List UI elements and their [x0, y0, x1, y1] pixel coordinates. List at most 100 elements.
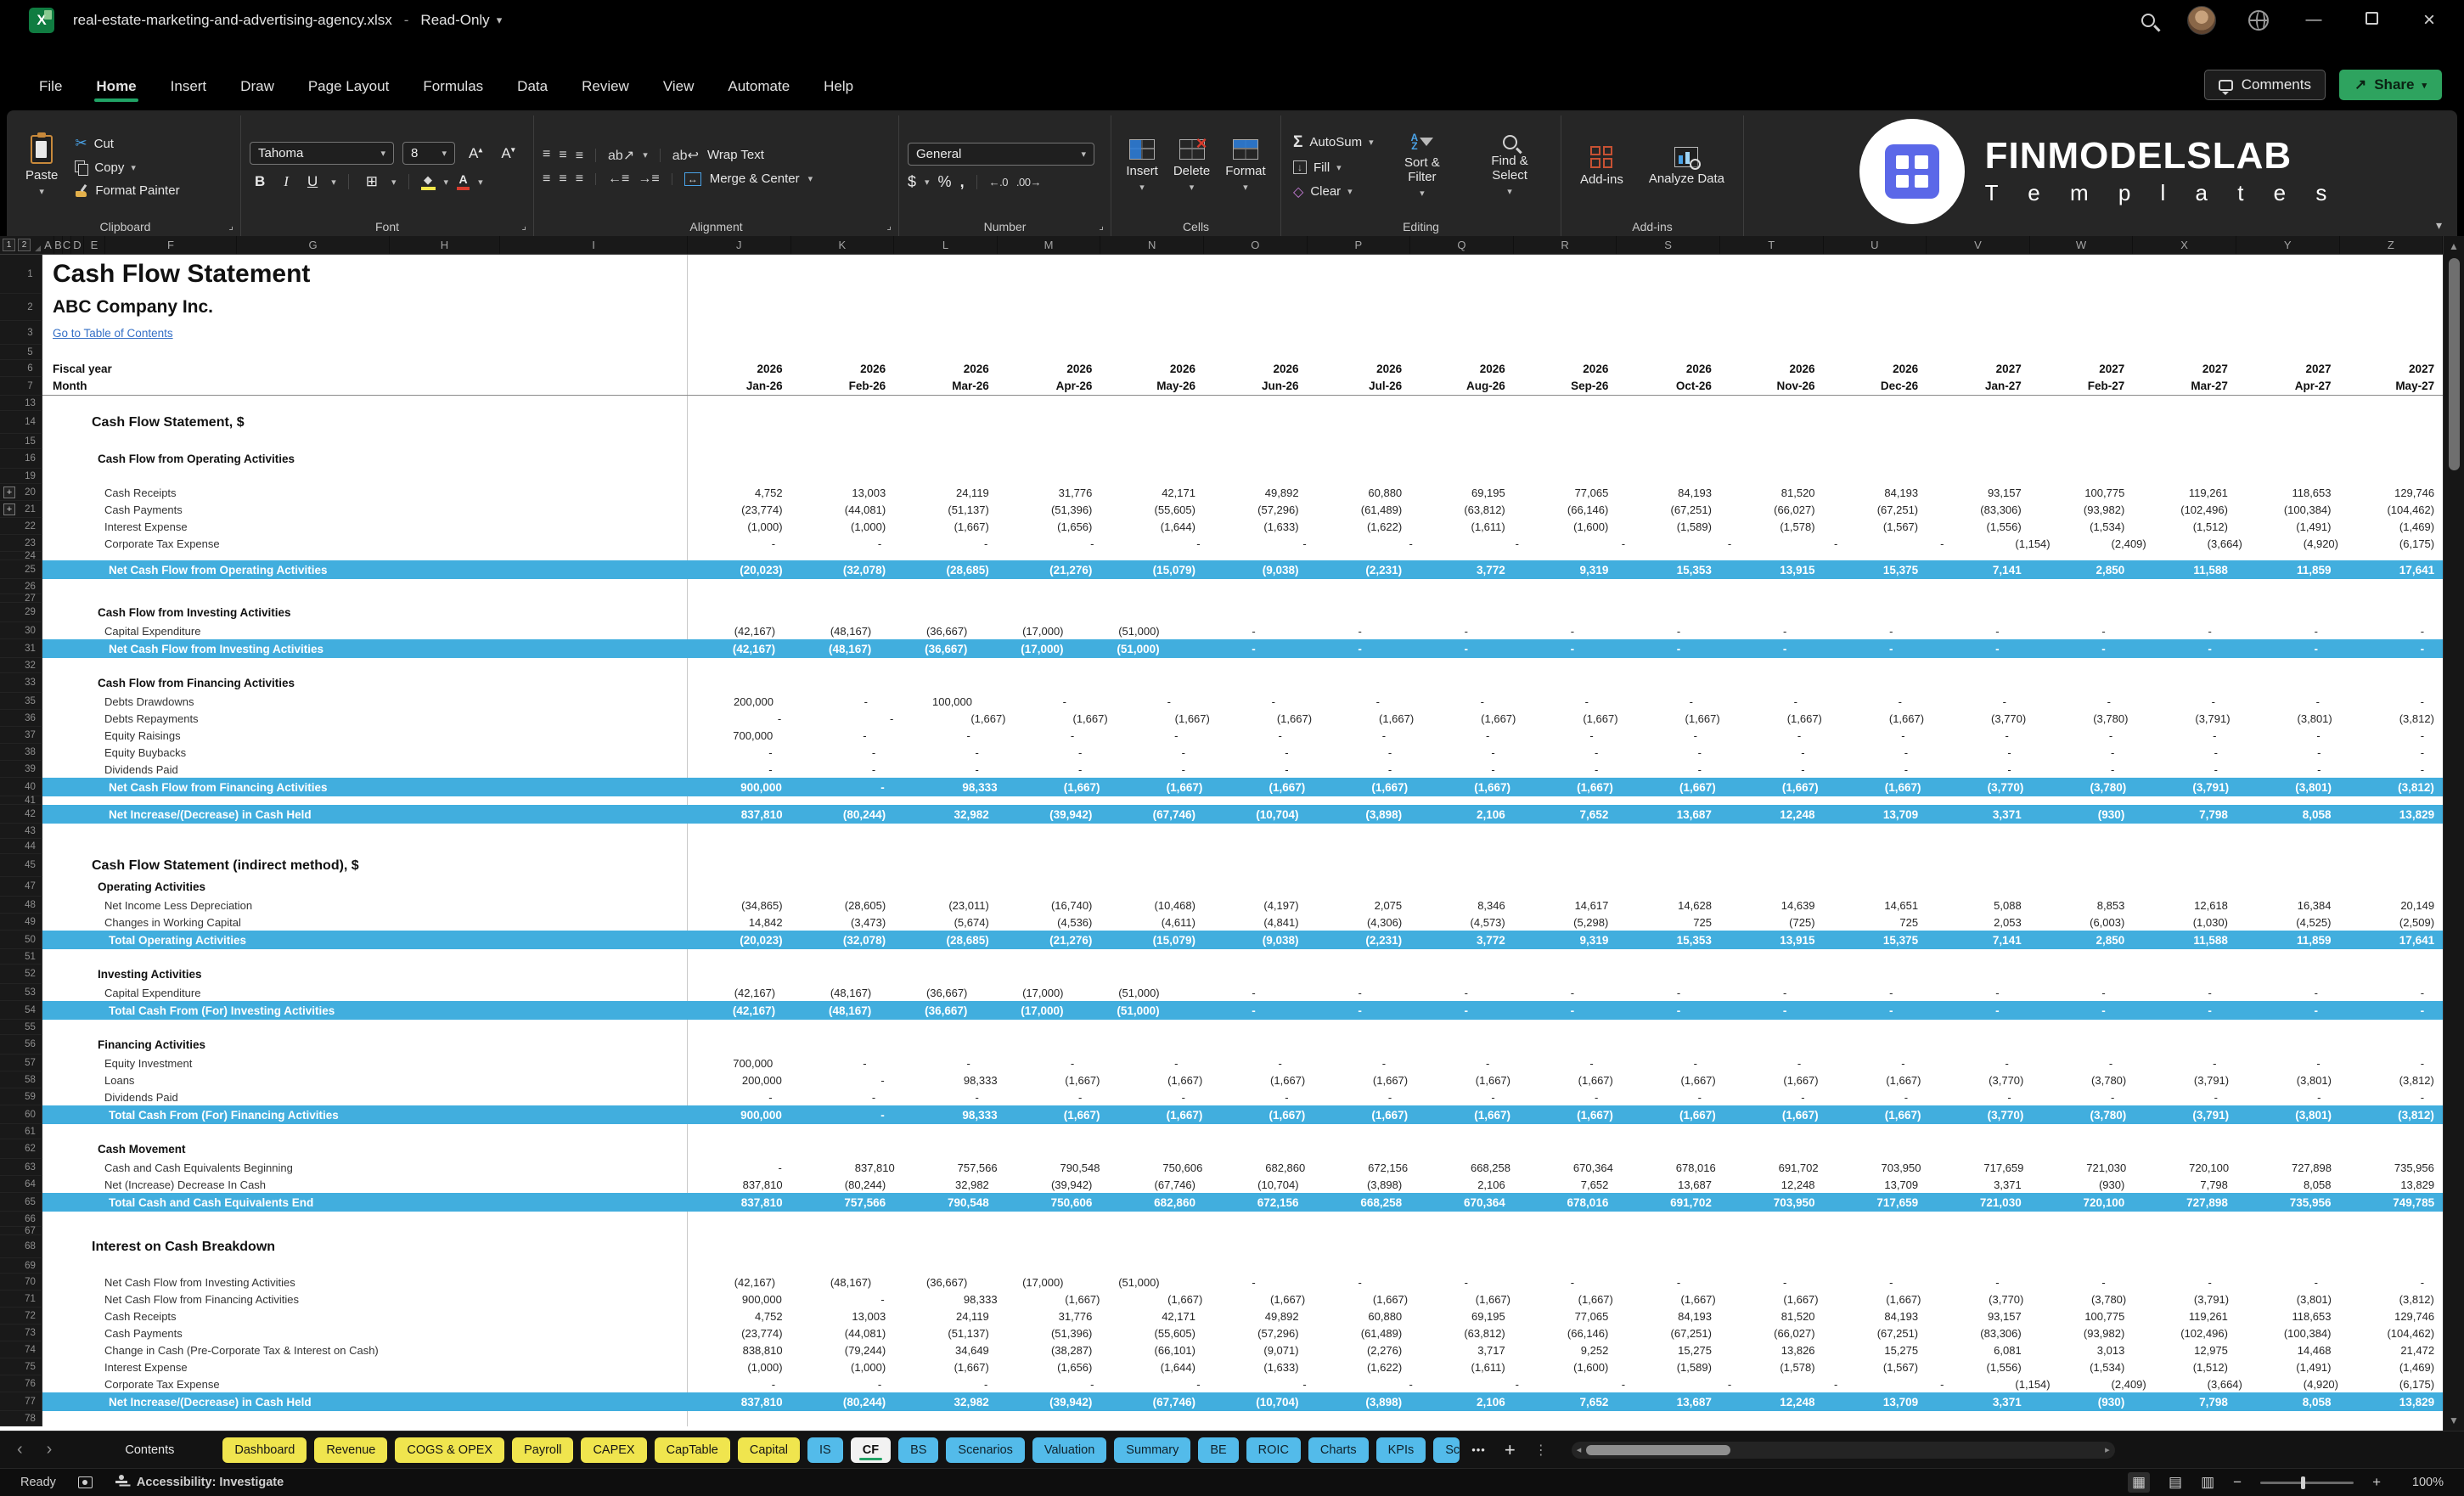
cell[interactable] [998, 345, 1101, 360]
cell[interactable]: - [1699, 1274, 1805, 1291]
cell[interactable] [894, 839, 998, 854]
cell[interactable]: 13,709 [1824, 1176, 1927, 1193]
cell[interactable]: 8,346 [1410, 897, 1514, 914]
row-label[interactable]: Total Cash From (For) Investing Activiti… [42, 1001, 688, 1020]
font-color-button[interactable]: A [457, 173, 470, 190]
cell[interactable] [1720, 579, 1824, 594]
cell[interactable] [688, 411, 791, 434]
column-header-V[interactable]: V [1927, 236, 2030, 254]
cell[interactable]: (1,633) [1204, 518, 1308, 535]
cell[interactable]: 7,798 [2133, 805, 2236, 824]
cell[interactable]: (61,489) [1308, 1324, 1411, 1341]
cell[interactable] [791, 673, 895, 693]
cell[interactable] [1100, 1035, 1204, 1055]
cell[interactable]: (48,167) [784, 639, 880, 658]
row-label[interactable] [42, 1124, 688, 1139]
cell[interactable]: (42,167) [688, 639, 784, 658]
cell[interactable]: 749,785 [2340, 1193, 2444, 1212]
cell[interactable]: (1,667) [1724, 1071, 1827, 1088]
row-label[interactable] [42, 552, 688, 560]
cell[interactable] [1617, 396, 1720, 411]
row-number-6[interactable]: 6 [0, 360, 42, 377]
cell[interactable]: - [1308, 761, 1411, 778]
cell[interactable]: 7,798 [2133, 1176, 2236, 1193]
cell[interactable]: 7,798 [2133, 1392, 2236, 1411]
cell[interactable]: - [688, 744, 791, 761]
cell[interactable]: - [1100, 744, 1204, 761]
cell[interactable]: (36,667) [880, 1001, 976, 1020]
macro-record-icon[interactable] [78, 1476, 93, 1488]
cell[interactable] [1927, 824, 2030, 839]
cell[interactable] [998, 1212, 1101, 1227]
cell[interactable]: (3,898) [1308, 1392, 1411, 1411]
row-label[interactable]: Debts Drawdowns [42, 693, 688, 710]
cell[interactable]: (42,167) [688, 1001, 784, 1020]
zoom-out-button[interactable]: − [2233, 1474, 2242, 1491]
cell[interactable]: (1,611) [1410, 518, 1514, 535]
cell[interactable] [1927, 411, 2030, 434]
cell[interactable] [1617, 839, 1720, 854]
cell[interactable]: (1,667) [1519, 778, 1622, 796]
cell[interactable] [1824, 396, 1927, 411]
cell[interactable]: - [688, 1088, 791, 1105]
row-label[interactable]: Total Cash and Cash Equivalents End [42, 1193, 688, 1212]
cell[interactable] [1514, 321, 1617, 345]
fill-color-button[interactable]: ◆ [421, 174, 436, 190]
cell[interactable]: 93,157 [1927, 1308, 2030, 1324]
cell[interactable]: (66,027) [1720, 501, 1824, 518]
cell[interactable]: - [1805, 639, 1911, 658]
cell[interactable] [1204, 579, 1308, 594]
cell[interactable] [1824, 603, 1927, 622]
cell[interactable] [791, 796, 895, 805]
row-label[interactable]: Cash Movement [42, 1139, 688, 1159]
row-number-49[interactable]: 49 [0, 914, 42, 931]
cell[interactable] [998, 552, 1101, 560]
cell[interactable] [791, 1258, 895, 1274]
cell[interactable]: (3,812) [2341, 710, 2443, 727]
cell[interactable] [1308, 434, 1411, 449]
sheet-tab-roic[interactable]: ROIC [1246, 1437, 1301, 1463]
cell[interactable]: 98,333 [903, 778, 1006, 796]
cell[interactable]: - [998, 744, 1101, 761]
cell[interactable]: (1,578) [1720, 1358, 1824, 1375]
cell[interactable]: - [1805, 622, 1911, 639]
cell[interactable] [688, 1124, 791, 1139]
cell[interactable] [2236, 1235, 2340, 1258]
cell[interactable]: (1,154) [1963, 1375, 2059, 1392]
cell[interactable] [1617, 294, 1720, 321]
row-number-15[interactable]: 15 [0, 434, 42, 449]
cell[interactable]: - [2236, 744, 2340, 761]
cell[interactable] [1514, 1124, 1617, 1139]
row-label[interactable]: Equity Buybacks [42, 744, 688, 761]
cell[interactable] [1514, 824, 1617, 839]
cell[interactable] [1100, 449, 1204, 469]
cell[interactable]: 700,000 [688, 1055, 781, 1071]
cell[interactable]: - [1816, 693, 1921, 710]
cell[interactable]: - [1168, 1274, 1274, 1291]
vertical-scrollbar[interactable]: ▲ ▼ [2443, 236, 2464, 1431]
cell[interactable] [688, 255, 791, 294]
cell[interactable]: 31,776 [998, 484, 1101, 501]
cell[interactable] [1720, 824, 1824, 839]
cell[interactable]: - [1100, 1088, 1204, 1105]
cell[interactable]: 11,588 [2133, 931, 2236, 949]
cell[interactable]: - [1820, 1055, 1923, 1071]
cell[interactable]: - [2337, 1274, 2443, 1291]
cell[interactable]: - [781, 727, 885, 744]
cell[interactable] [1617, 673, 1720, 693]
cell[interactable] [1514, 1235, 1617, 1258]
cell[interactable] [894, 949, 998, 965]
cell[interactable]: (102,496) [2133, 1324, 2236, 1341]
cell[interactable] [1824, 294, 1927, 321]
cell[interactable]: - [1593, 1001, 1699, 1020]
cell[interactable] [998, 1124, 1101, 1139]
cell[interactable]: (28,685) [894, 560, 998, 579]
cell[interactable] [2030, 255, 2134, 294]
cell[interactable] [2340, 603, 2444, 622]
cell[interactable]: - [1398, 693, 1503, 710]
row-number-22[interactable]: 22 [0, 518, 42, 535]
cell[interactable] [2030, 579, 2134, 594]
cell[interactable]: 678,016 [1514, 1193, 1617, 1212]
cell[interactable]: (4,841) [1204, 914, 1308, 931]
cell[interactable] [2340, 411, 2444, 434]
